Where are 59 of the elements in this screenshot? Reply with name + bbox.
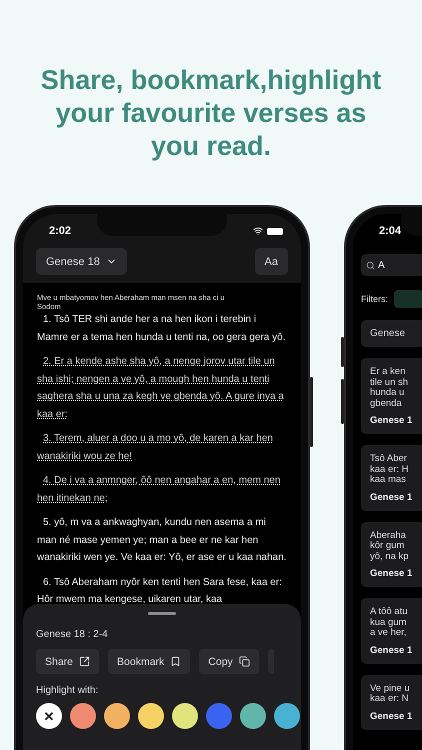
copy-icon <box>238 656 250 667</box>
result-text-line: kaa mas <box>370 475 407 486</box>
wifi-icon <box>253 226 263 236</box>
verse-reference: Genese 18 : 2-4 <box>36 629 109 640</box>
search-icon <box>366 260 375 270</box>
highlight-label: Highlight with: <box>36 685 100 696</box>
result-reference: Genese 1 <box>370 644 414 656</box>
headline: Share, bookmark,highlight your favourite verses as you read. <box>40 64 382 163</box>
result-text-line: kôr gum <box>370 541 406 552</box>
verse-text[interactable]: 1. Tsô TER shi ande her a na hen ikon i terebin i Mamre er a tema hen hunda u tenti na, oo gera gera yô. <box>37 311 287 346</box>
result-card[interactable]: Ve pine u kaa er: N Genese 1 <box>361 674 422 730</box>
verse-text[interactable]: 6. Tsô Aberaham nyôr ken tenti hen Sara fese, kaa er: Hôr mwem ma kengese, uikaren utar, kaa <box>37 574 287 604</box>
search-field[interactable]: A <box>361 254 422 276</box>
result-reference: Genese 1 <box>370 568 414 579</box>
highlight-swatch[interactable] <box>206 703 232 729</box>
result-text-line: kaa er: N <box>370 694 410 704</box>
status-time: 2:04 <box>379 225 402 237</box>
result-card[interactable]: A tôô atu kua gum a ve her, Genese 1 <box>361 598 422 664</box>
verse-text[interactable]: 2. Er a kende ashe sha yô, a nenge jorov utar tile un sha ishi; nengen a ve yô, a mough hen hunda u tenti saghera sha u una za kegh ve gbenda yô. A gure inya a kaa er: <box>37 353 287 423</box>
result-card[interactable]: Er a ken tile un sh hunda u gbenda Genese 1 <box>361 358 422 434</box>
clear-highlight-button[interactable]: ✕ <box>36 703 62 729</box>
bookmark-icon <box>170 656 182 667</box>
result-reference: Genese 1 <box>370 415 414 426</box>
battery-icon <box>267 228 283 234</box>
highlight-swatch[interactable] <box>70 703 96 729</box>
result-text-line: Er a ken <box>370 367 406 378</box>
result-text-line: A tôô atu <box>370 607 409 618</box>
verse-text[interactable]: 5. yô, m va a ankwaghyan, kundu nen asema a mi man né mase yemen ye; man a bee er ne kar hen wanakiriki wen ye. Ve kaa er: Yô, er ase er u kaa nahan. <box>37 514 287 566</box>
share-button[interactable]: Share <box>36 649 100 674</box>
highlight-swatch[interactable] <box>172 703 198 729</box>
highlight-swatch[interactable] <box>104 703 130 729</box>
result-text-line: Ve pine u <box>370 684 411 694</box>
result-card[interactable]: Aberaha kôr gum yô, na kp Genese 1 <box>361 522 422 587</box>
result-text-line: tile un sh <box>370 378 410 388</box>
highlight-swatch[interactable] <box>138 703 164 729</box>
share-icon <box>79 656 90 667</box>
result-text-line: gbenda <box>370 398 403 409</box>
book-filter[interactable]: Genese <box>361 320 422 347</box>
highlight-swatch[interactable] <box>274 703 300 729</box>
highlight-swatch[interactable] <box>240 703 266 729</box>
result-reference: Genese 1 <box>370 492 414 502</box>
status-time: 2:02 <box>49 225 72 237</box>
bookmark-button[interactable]: Bookmark <box>108 649 190 674</box>
result-text-line: kua gum <box>370 618 408 628</box>
result-text-line: hunda u <box>370 388 406 398</box>
sheet-grip[interactable] <box>148 612 176 615</box>
verse-text[interactable]: 4. De i va a anmnger, ôô nen angahar a en, mem nen hen itinekan ne; <box>37 472 287 507</box>
filters-label: Filters: <box>361 294 388 304</box>
verse-text[interactable]: 3. Terem, aluer a doo u a mo yô, de karen a kar hen wanakiriki wou ze he! <box>37 430 287 465</box>
result-text-line: kaa er: H <box>370 464 410 475</box>
result-text-line: Aberaha <box>370 530 407 541</box>
result-text-line: Tsô Aber <box>370 454 408 464</box>
copy-button[interactable]: Copy <box>199 649 259 674</box>
font-button[interactable]: Aa <box>254 248 288 275</box>
result-text-line: yô, na kp <box>370 552 410 562</box>
chapter-dropdown[interactable]: Genese 18 <box>36 248 127 275</box>
result-reference: Genese 1 <box>370 710 414 722</box>
result-card[interactable]: Tsô Aber kaa er: H kaa mas Genese 1 <box>361 445 422 510</box>
result-text-line: a ve her, <box>370 628 408 638</box>
